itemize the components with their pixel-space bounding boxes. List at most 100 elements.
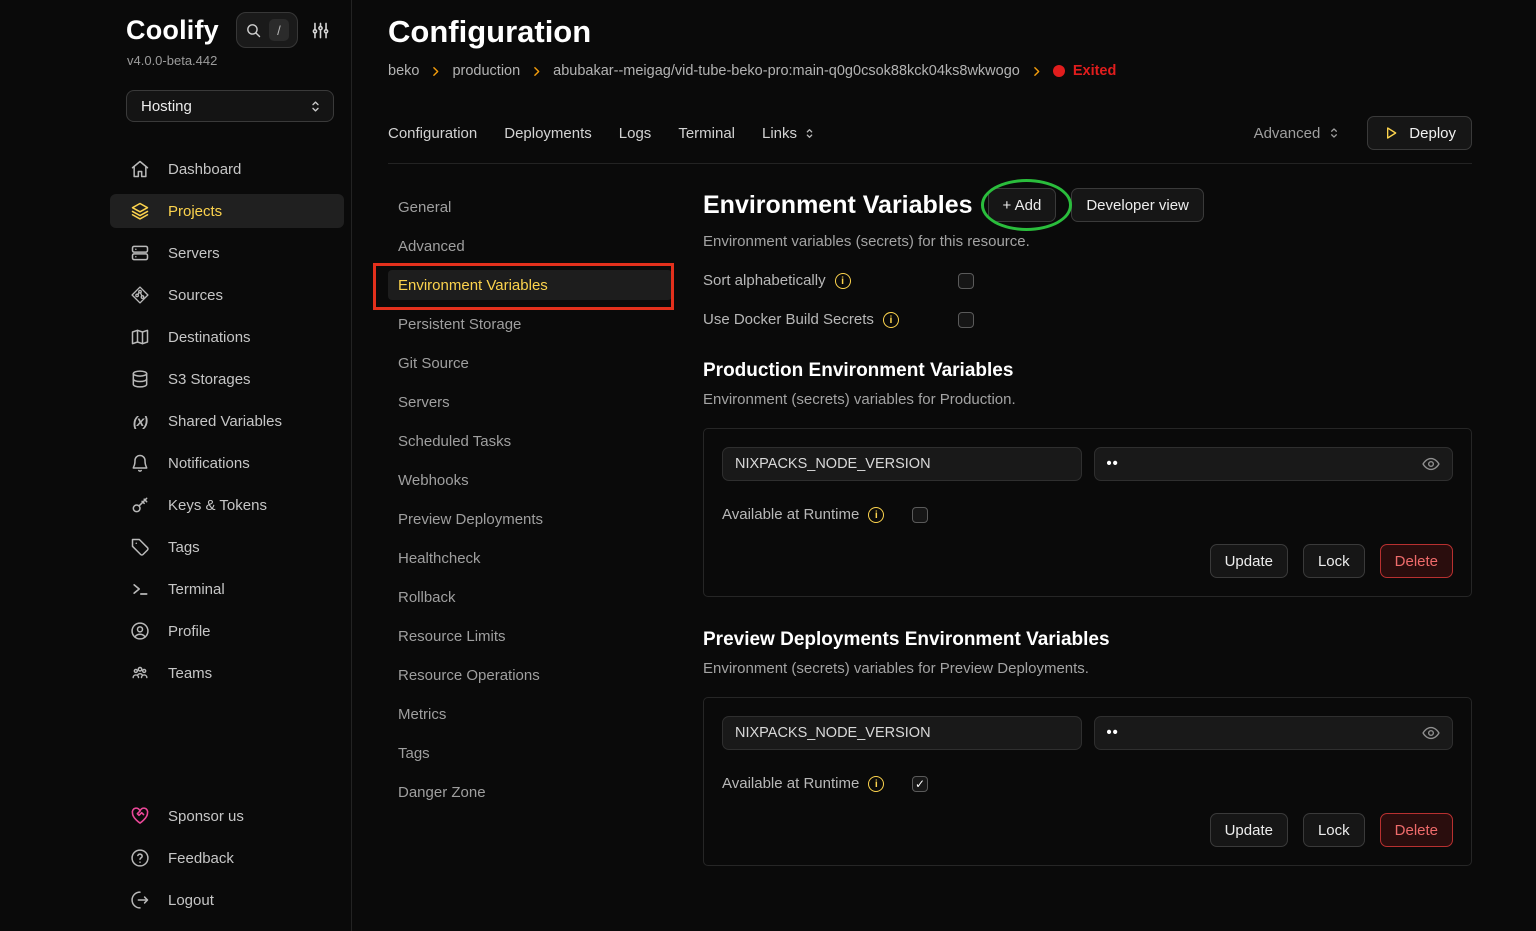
slash-shortcut-key: / xyxy=(269,19,289,41)
update-button[interactable]: Update xyxy=(1210,813,1288,847)
lock-button[interactable]: Lock xyxy=(1303,813,1365,847)
tab-configuration[interactable]: Configuration xyxy=(388,125,477,142)
available-at-runtime-checkbox[interactable] xyxy=(912,507,928,523)
subnav-item-advanced[interactable]: Advanced xyxy=(388,231,672,261)
sidebar-item-dashboard[interactable]: Dashboard xyxy=(110,152,344,186)
sidebar-item-servers[interactable]: Servers xyxy=(110,236,344,270)
variable-name-input[interactable] xyxy=(722,447,1082,481)
deploy-label: Deploy xyxy=(1409,125,1456,142)
tag-icon xyxy=(130,537,150,557)
tab-logs[interactable]: Logs xyxy=(619,125,652,142)
sidebar-item-terminal[interactable]: Terminal xyxy=(110,572,344,606)
tab-links-label: Links xyxy=(762,125,797,142)
tabs: Configuration Deployments Logs Terminal … xyxy=(388,125,816,142)
advanced-dropdown[interactable]: Advanced xyxy=(1254,125,1342,142)
sidebar-item-label: Logout xyxy=(168,892,214,909)
subnav-item-general[interactable]: General xyxy=(388,192,672,222)
key-icon xyxy=(130,495,150,515)
subnav-item-environment-variables[interactable]: Environment Variables xyxy=(388,270,672,300)
sidebar-item-label: Dashboard xyxy=(168,161,241,178)
sidebar-item-projects[interactable]: Projects xyxy=(110,194,344,228)
sort-alphabetically-checkbox[interactable] xyxy=(958,273,974,289)
settings-sliders-icon[interactable] xyxy=(311,21,330,40)
runtime-label: Available at Runtime xyxy=(722,775,859,792)
variable-name-input[interactable] xyxy=(722,716,1082,750)
sidebar-item-shared-variables[interactable]: (x) Shared Variables xyxy=(110,404,344,438)
variable-value-input[interactable] xyxy=(1094,716,1454,750)
subnav-item-resource-limits[interactable]: Resource Limits xyxy=(388,621,672,651)
variable-value-input[interactable] xyxy=(1094,447,1454,481)
subnav-item-persistent-storage[interactable]: Persistent Storage xyxy=(388,309,672,339)
user-circle-icon xyxy=(130,621,150,641)
sidebar-item-sponsor-us[interactable]: Sponsor us xyxy=(110,799,344,833)
sidebar-item-teams[interactable]: Teams xyxy=(110,656,344,690)
advanced-label: Advanced xyxy=(1254,125,1321,142)
docker-build-secrets-label: Use Docker Build Secrets xyxy=(703,311,874,328)
coolify-app: Coolify / v4.0.0-beta.442 Hosting xyxy=(0,0,1536,931)
sidebar-item-sources[interactable]: Sources xyxy=(110,278,344,312)
subnav-item-servers[interactable]: Servers xyxy=(388,387,672,417)
terminal-icon xyxy=(130,579,150,599)
sidebar-item-profile[interactable]: Profile xyxy=(110,614,344,648)
update-button[interactable]: Update xyxy=(1210,544,1288,578)
subnav-item-metrics[interactable]: Metrics xyxy=(388,699,672,729)
breadcrumb-project[interactable]: beko xyxy=(388,63,419,79)
deploy-button[interactable]: Deploy xyxy=(1367,116,1472,150)
lock-button[interactable]: Lock xyxy=(1303,544,1365,578)
chevron-updown-icon xyxy=(1327,126,1341,140)
sidebar-item-label: Servers xyxy=(168,245,220,262)
team-selector-value: Hosting xyxy=(141,98,192,115)
sidebar-item-tags[interactable]: Tags xyxy=(110,530,344,564)
team-selector[interactable]: Hosting xyxy=(126,90,334,122)
info-icon[interactable]: i xyxy=(868,507,884,523)
subnav-item-git-source[interactable]: Git Source xyxy=(388,348,672,378)
card-actions: Update Lock Delete xyxy=(722,813,1453,847)
tab-bar-right: Advanced Deploy xyxy=(1254,116,1472,150)
delete-button[interactable]: Delete xyxy=(1380,544,1453,578)
subnav-item-resource-operations[interactable]: Resource Operations xyxy=(388,660,672,690)
eye-icon[interactable] xyxy=(1419,721,1443,745)
subnav-item-preview-deployments[interactable]: Preview Deployments xyxy=(388,504,672,534)
sidebar-item-destinations[interactable]: Destinations xyxy=(110,320,344,354)
heart-hands-icon xyxy=(130,806,150,826)
tab-deployments[interactable]: Deployments xyxy=(504,125,592,142)
developer-view-button[interactable]: Developer view xyxy=(1071,188,1204,222)
available-at-runtime-checkbox[interactable] xyxy=(912,776,928,792)
sidebar-item-feedback[interactable]: Feedback xyxy=(110,841,344,875)
sidebar-item-label: Terminal xyxy=(168,581,225,598)
info-icon[interactable]: i xyxy=(868,776,884,792)
home-icon xyxy=(130,159,150,179)
sidebar-item-label: Sources xyxy=(168,287,223,304)
card-actions: Update Lock Delete xyxy=(722,544,1453,578)
tab-terminal[interactable]: Terminal xyxy=(678,125,735,142)
eye-icon[interactable] xyxy=(1419,452,1443,476)
breadcrumb-environment[interactable]: production xyxy=(452,63,520,79)
sidebar-item-keys-tokens[interactable]: Keys & Tokens xyxy=(110,488,344,522)
sidebar-item-s3-storages[interactable]: S3 Storages xyxy=(110,362,344,396)
docker-build-secrets-checkbox[interactable] xyxy=(958,312,974,328)
add-button[interactable]: + Add xyxy=(988,188,1057,222)
add-button-wrap: + Add xyxy=(988,188,1057,222)
panel-header: Environment Variables + Add Developer vi… xyxy=(703,188,1472,222)
chevron-right-icon xyxy=(429,65,442,78)
sidebar-item-label: Sponsor us xyxy=(168,808,244,825)
server-icon xyxy=(130,243,150,263)
subnav-item-webhooks[interactable]: Webhooks xyxy=(388,465,672,495)
search-button[interactable]: / xyxy=(236,12,298,48)
chevron-right-icon xyxy=(1030,65,1043,78)
subnav-item-healthcheck[interactable]: Healthcheck xyxy=(388,543,672,573)
delete-button[interactable]: Delete xyxy=(1380,813,1453,847)
info-icon[interactable]: i xyxy=(835,273,851,289)
logo-row: Coolify / xyxy=(110,12,344,48)
sidebar-item-notifications[interactable]: Notifications xyxy=(110,446,344,480)
breadcrumb-resource[interactable]: abubakar--meigag/vid-tube-beko-pro:main-… xyxy=(553,63,1020,79)
tab-links[interactable]: Links xyxy=(762,125,816,142)
subnav-item-rollback[interactable]: Rollback xyxy=(388,582,672,612)
subnav-item-tags[interactable]: Tags xyxy=(388,738,672,768)
info-icon[interactable]: i xyxy=(883,312,899,328)
subnav-item-scheduled-tasks[interactable]: Scheduled Tasks xyxy=(388,426,672,456)
sidebar-item-logout[interactable]: Logout xyxy=(110,883,344,917)
bell-icon xyxy=(130,453,150,473)
subnav-item-danger-zone[interactable]: Danger Zone xyxy=(388,777,672,807)
users-icon xyxy=(130,663,150,683)
